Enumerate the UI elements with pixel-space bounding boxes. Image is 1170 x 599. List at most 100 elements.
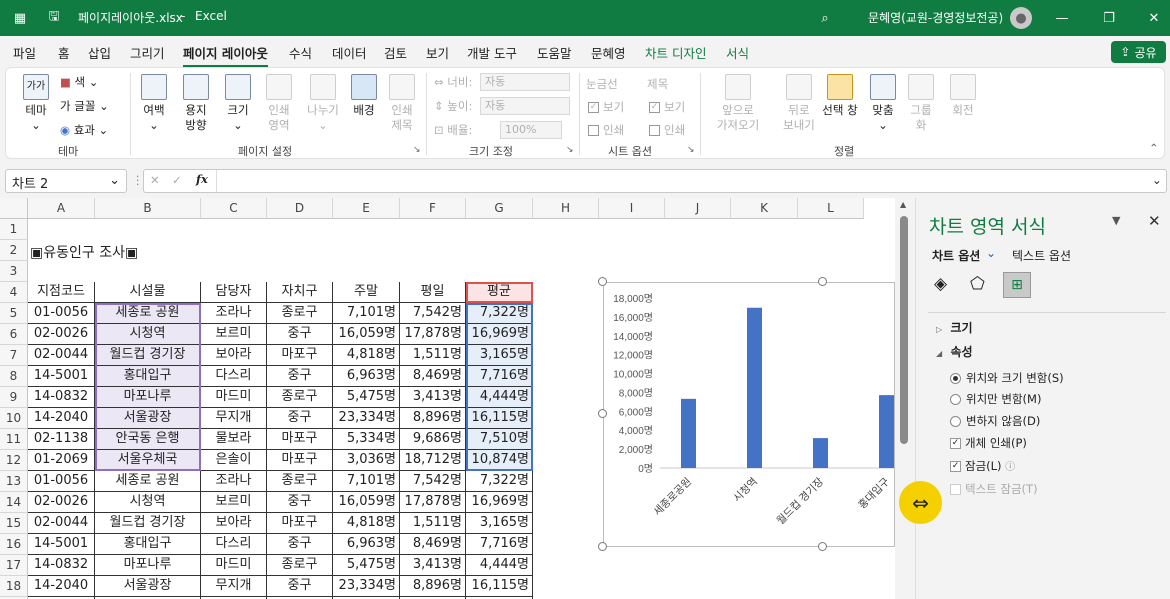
- tab-help[interactable]: 도움말: [537, 43, 572, 62]
- tab-review[interactable]: 검토: [384, 43, 407, 62]
- table-cell[interactable]: 14-5001: [28, 534, 95, 555]
- theme-colors-button[interactable]: ■ 색 ⌄: [60, 74, 98, 90]
- table-cell[interactable]: 8,896명: [400, 576, 466, 597]
- table-cell[interactable]: 02-0044: [28, 345, 95, 366]
- column-header-E[interactable]: E: [333, 198, 400, 219]
- table-cell[interactable]: 서울광장: [95, 408, 201, 429]
- table-cell[interactable]: 세종로 공원: [95, 471, 201, 492]
- table-cell[interactable]: 3,413명: [400, 387, 466, 408]
- avatar[interactable]: ●: [1010, 7, 1032, 29]
- name-box[interactable]: 차트 2 ⌄: [5, 169, 127, 193]
- search-icon[interactable]: ⌕: [813, 6, 837, 30]
- print-object-checkbox[interactable]: ✓ 개체 인쇄(P): [950, 435, 1027, 451]
- table-cell[interactable]: 16,969명: [466, 492, 533, 513]
- radio-move-and-size[interactable]: 위치와 크기 변함(S): [950, 370, 1064, 386]
- effects-pentagon-icon[interactable]: ⬠: [970, 274, 985, 294]
- collapse-ribbon-icon[interactable]: ⌃: [1149, 141, 1159, 155]
- table-cell[interactable]: 마포나루: [95, 387, 201, 408]
- background-button[interactable]: 배경: [346, 74, 382, 118]
- row-header-7[interactable]: 7: [0, 345, 28, 366]
- table-cell[interactable]: 종로구: [267, 387, 333, 408]
- table-cell[interactable]: 마포구: [267, 429, 333, 450]
- table-cell[interactable]: 중구: [267, 408, 333, 429]
- table-cell[interactable]: 7,542명: [400, 471, 466, 492]
- table-cell[interactable]: 16,969명: [466, 324, 533, 345]
- table-cell[interactable]: 보아라: [201, 345, 267, 366]
- theme-effects-button[interactable]: ◉ 효과 ⌄: [60, 122, 108, 138]
- table-cell[interactable]: 시청역: [95, 492, 201, 513]
- table-cell[interactable]: 01-2069: [28, 450, 95, 471]
- locked-checkbox[interactable]: ✓ 잠금(L) ⓘ: [950, 458, 1015, 474]
- table-cell[interactable]: 마드미: [201, 555, 267, 576]
- table-cell[interactable]: 1,511명: [400, 345, 466, 366]
- table-cell[interactable]: 보아라: [201, 513, 267, 534]
- table-cell[interactable]: 5,475명: [333, 387, 400, 408]
- print-area-button[interactable]: 인쇄 영역: [260, 74, 298, 133]
- table-cell[interactable]: 서울우체국: [95, 450, 201, 471]
- table-cell[interactable]: 4,818명: [333, 513, 400, 534]
- table-cell[interactable]: 중구: [267, 576, 333, 597]
- table-cell[interactable]: 7,101명: [333, 303, 400, 324]
- table-cell[interactable]: 3,165명: [466, 513, 533, 534]
- table-cell[interactable]: 홍대입구: [95, 534, 201, 555]
- column-header-G[interactable]: G: [466, 198, 533, 219]
- table-cell[interactable]: 무지개: [201, 576, 267, 597]
- width-dropdown[interactable]: 자동: [480, 73, 570, 91]
- table-cell[interactable]: 4,818명: [333, 345, 400, 366]
- tab-file[interactable]: 파일: [13, 43, 36, 62]
- table-cell[interactable]: 마포구: [267, 450, 333, 471]
- page-setup-launcher-icon[interactable]: ↘: [413, 145, 421, 155]
- column-header-L[interactable]: L: [798, 198, 864, 219]
- resize-handle[interactable]: [818, 277, 827, 286]
- table-cell[interactable]: 7,322명: [466, 471, 533, 492]
- radio-dont-move[interactable]: 변하지 않음(D): [950, 413, 1040, 429]
- tab-view[interactable]: 보기: [426, 43, 449, 62]
- column-header-J[interactable]: J: [665, 198, 731, 219]
- tab-user[interactable]: 문혜영: [591, 43, 626, 62]
- headings-print-checkbox[interactable]: 인쇄: [649, 122, 685, 138]
- table-cell[interactable]: 1,511명: [400, 513, 466, 534]
- select-all-corner[interactable]: [0, 198, 28, 219]
- table-cell[interactable]: 종로구: [267, 555, 333, 576]
- restore-icon[interactable]: ❐: [1097, 6, 1121, 30]
- table-header-cell[interactable]: 주말: [333, 282, 400, 303]
- tab-chart-options[interactable]: 차트 옵션: [932, 247, 980, 264]
- tab-data[interactable]: 데이터: [332, 43, 367, 62]
- resize-handle[interactable]: [598, 277, 607, 286]
- table-header-cell[interactable]: 시설물: [95, 282, 201, 303]
- table-cell[interactable]: 마드미: [201, 387, 267, 408]
- tab-chart-design[interactable]: 차트 디자인: [645, 43, 706, 62]
- column-header-C[interactable]: C: [201, 198, 267, 219]
- table-cell[interactable]: 시청역: [95, 324, 201, 345]
- size-button[interactable]: 크기 ⌄: [220, 74, 256, 133]
- sheet-title[interactable]: ▣유동인구 조사▣: [30, 242, 138, 262]
- table-cell[interactable]: 02-1138: [28, 429, 95, 450]
- pane-options-icon[interactable]: ▼: [1112, 214, 1120, 227]
- table-cell[interactable]: 14-5001: [28, 366, 95, 387]
- row-header-4[interactable]: 4: [0, 282, 28, 303]
- table-cell[interactable]: 중구: [267, 534, 333, 555]
- row-header-16[interactable]: 16: [0, 534, 28, 555]
- section-properties[interactable]: ◢ 속성: [936, 343, 973, 360]
- vertical-scrollbar[interactable]: ▲: [897, 198, 911, 599]
- column-header-D[interactable]: D: [267, 198, 333, 219]
- themes-button[interactable]: 가가 테마 ⌄: [16, 74, 56, 133]
- table-cell[interactable]: 01-0056: [28, 471, 95, 492]
- sheet-options-launcher-icon[interactable]: ↘: [687, 145, 695, 155]
- table-cell[interactable]: 17,878명: [400, 324, 466, 345]
- chevron-down-icon[interactable]: ⌄: [986, 246, 996, 260]
- table-cell[interactable]: 02-0026: [28, 492, 95, 513]
- table-cell[interactable]: 16,115명: [466, 576, 533, 597]
- resize-handle[interactable]: [598, 542, 607, 551]
- table-cell[interactable]: 보르미: [201, 324, 267, 345]
- rotate-button[interactable]: 회전: [946, 74, 980, 118]
- gridlines-view-checkbox[interactable]: ✓ 보기: [588, 99, 624, 115]
- row-header-17[interactable]: 17: [0, 555, 28, 576]
- table-cell[interactable]: 17,878명: [400, 492, 466, 513]
- table-header-cell[interactable]: 지점코드: [28, 282, 95, 303]
- tab-developer[interactable]: 개발 도구: [467, 43, 517, 62]
- table-cell[interactable]: 01-0056: [28, 303, 95, 324]
- table-header-cell[interactable]: 담당자: [201, 282, 267, 303]
- tab-home[interactable]: 홈: [58, 43, 70, 62]
- table-cell[interactable]: 02-0026: [28, 324, 95, 345]
